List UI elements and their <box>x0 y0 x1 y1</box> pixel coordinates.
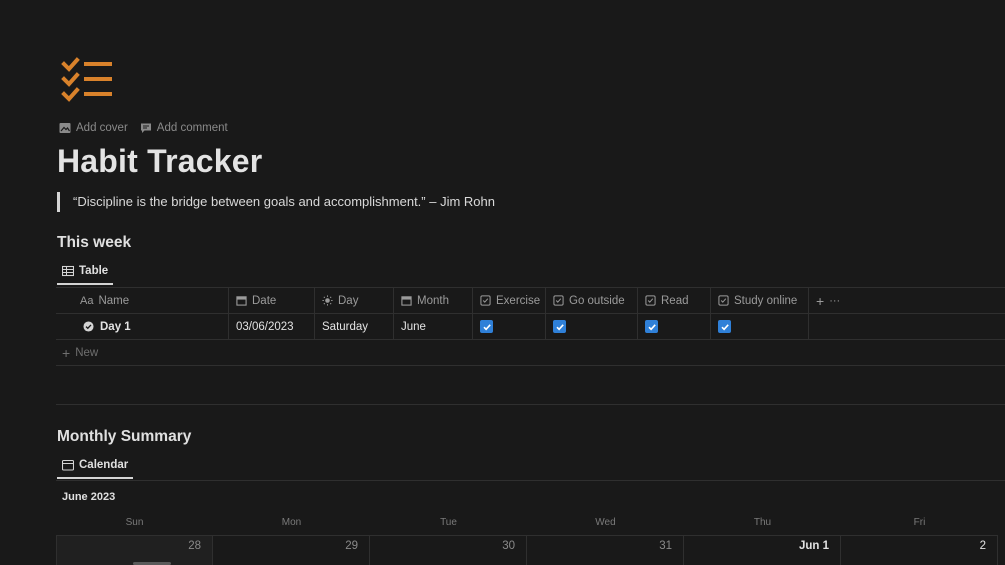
table-view-tab[interactable]: Table <box>57 265 114 285</box>
calendar-day-cell[interactable]: 31 <box>527 536 684 565</box>
row-read-cell <box>638 314 711 339</box>
row-spacer <box>809 314 1005 339</box>
calendar-view-label: Calendar <box>79 459 129 471</box>
column-header-month[interactable]: Month <box>394 288 473 313</box>
divider <box>56 404 1005 405</box>
this-week-heading[interactable]: This week <box>57 234 131 252</box>
calendar-month-label: June 2023 <box>62 491 116 503</box>
column-label: Day <box>338 294 359 307</box>
page-title[interactable]: Habit Tracker <box>57 143 262 180</box>
column-label: Month <box>417 294 449 307</box>
table-row[interactable]: Day 1 03/06/2023 Saturday June <box>56 314 1005 340</box>
column-label: Name <box>98 294 130 307</box>
sun-icon <box>322 295 333 306</box>
checkbox-icon <box>645 295 656 306</box>
checkbox-icon <box>480 295 491 306</box>
checkbox-icon <box>553 295 564 306</box>
quote-block[interactable]: “Discipline is the bridge between goals … <box>57 192 495 212</box>
page-meta-actions: Add cover Add comment <box>59 122 228 134</box>
column-header-date[interactable]: Date <box>229 288 315 313</box>
new-row-button[interactable]: + New <box>56 340 1005 366</box>
calendar-view-tab[interactable]: Calendar <box>57 459 134 479</box>
column-label: Exercise <box>496 294 541 307</box>
row-exercise-cell <box>473 314 546 339</box>
calendar-day-cell[interactable]: Jun 1 <box>684 536 841 565</box>
column-actions: + ··· <box>809 288 1005 313</box>
calendar-weekday-header: Sun Mon Tue Wed Thu Fri <box>56 517 998 528</box>
image-icon <box>59 123 71 133</box>
column-header-go-outside[interactable]: Go outside <box>546 288 638 313</box>
checkmark-icon <box>720 323 729 330</box>
comment-icon <box>140 123 151 133</box>
column-label: Read <box>661 294 689 307</box>
more-options-button[interactable]: ··· <box>829 295 840 307</box>
page: Add cover Add comment Habit Tracker “Dis… <box>0 0 1005 565</box>
weekday-label: Mon <box>281 517 302 528</box>
row-name-cell[interactable]: Day 1 <box>56 314 229 339</box>
calendar-week-row: 28 29 30 31 Jun 1 2 <box>56 535 998 565</box>
add-cover-button[interactable]: Add cover <box>59 122 128 134</box>
monthly-summary-heading[interactable]: Monthly Summary <box>57 428 191 446</box>
column-label: Date <box>252 294 277 307</box>
weekday-label: Sun <box>125 517 144 528</box>
calendar-day-cell[interactable]: 29 <box>213 536 370 565</box>
check-circle-icon <box>83 321 94 332</box>
column-label: Study online <box>734 294 798 307</box>
row-name: Day 1 <box>100 320 131 333</box>
add-column-button[interactable]: + <box>816 293 824 309</box>
new-row-label: New <box>75 346 99 359</box>
study-online-checkbox[interactable] <box>718 320 731 333</box>
checklist-icon[interactable] <box>60 56 114 104</box>
column-label: Go outside <box>569 294 625 307</box>
table-icon <box>62 265 74 277</box>
habit-table: Aa Name Date Day Month Exercise Go outsi… <box>56 288 1005 366</box>
row-month-cell[interactable]: June <box>394 314 473 339</box>
read-checkbox[interactable] <box>645 320 658 333</box>
weekday-label: Thu <box>753 517 772 528</box>
add-comment-label: Add comment <box>156 122 228 134</box>
table-view-label: Table <box>79 265 109 277</box>
column-header-exercise[interactable]: Exercise <box>473 288 546 313</box>
row-day-cell[interactable]: Saturday <box>315 314 394 339</box>
checkmark-icon <box>482 323 491 330</box>
checkbox-icon <box>718 295 729 306</box>
exercise-checkbox[interactable] <box>480 320 493 333</box>
column-header-name[interactable]: Aa Name <box>56 288 229 313</box>
row-date-cell[interactable]: 03/06/2023 <box>229 314 315 339</box>
calendar-icon <box>62 459 74 471</box>
column-header-study-online[interactable]: Study online <box>711 288 809 313</box>
column-header-read[interactable]: Read <box>638 288 711 313</box>
row-go-outside-cell <box>546 314 638 339</box>
calendar-day-cell[interactable]: 28 <box>56 536 213 565</box>
row-study-online-cell <box>711 314 809 339</box>
plus-icon: + <box>62 344 71 361</box>
calendar-icon <box>236 296 247 306</box>
table-header-row: Aa Name Date Day Month Exercise Go outsi… <box>56 288 1005 314</box>
checkmark-icon <box>555 323 564 330</box>
add-comment-button[interactable]: Add comment <box>140 122 228 134</box>
calendar-day-cell[interactable]: 30 <box>370 536 527 565</box>
checkmark-icon <box>647 323 656 330</box>
weekday-label: Fri <box>913 517 926 528</box>
weekday-label: Wed <box>595 517 616 528</box>
calendar-day-cell[interactable]: 2 <box>841 536 998 565</box>
text-icon: Aa <box>80 294 94 307</box>
go-outside-checkbox[interactable] <box>553 320 566 333</box>
weekday-label: Tue <box>440 517 457 528</box>
divider <box>56 480 1005 481</box>
column-header-day[interactable]: Day <box>315 288 394 313</box>
add-cover-label: Add cover <box>76 122 128 134</box>
calendar-icon <box>401 296 412 306</box>
